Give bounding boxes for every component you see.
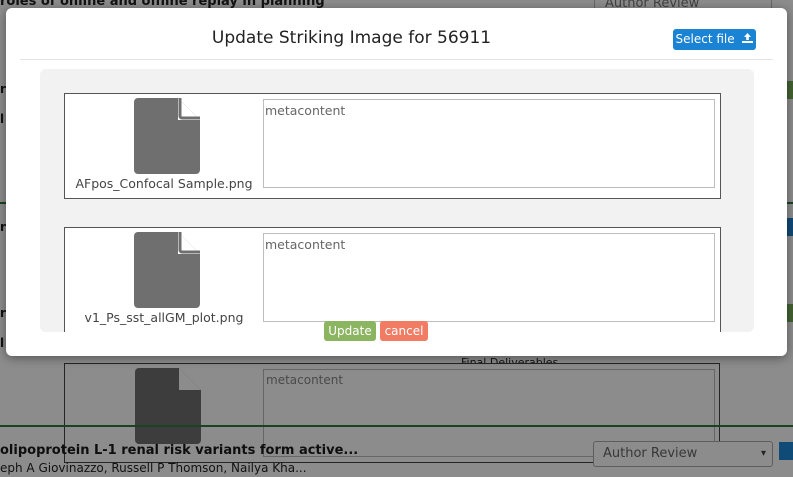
- upload-icon: [742, 29, 754, 50]
- metacontent-field[interactable]: metacontent: [263, 233, 715, 322]
- modal-header-divider: [20, 59, 773, 60]
- select-file-button[interactable]: Select file: [673, 29, 756, 50]
- image-card: AFpos_Confocal Sample.png metacontent: [64, 93, 721, 199]
- image-filename: AFpos_Confocal Sample.png: [75, 176, 253, 191]
- file-icon: [134, 98, 200, 174]
- image-list[interactable]: AFpos_Confocal Sample.png metacontent v1…: [40, 69, 754, 332]
- select-file-label: Select file: [675, 32, 735, 46]
- modal-title: Update Striking Image for 56911: [211, 28, 492, 48]
- update-button[interactable]: Update: [324, 321, 376, 341]
- update-striking-image-modal: Update Striking Image for 56911 Select f…: [6, 8, 787, 356]
- image-filename: v1_Ps_sst_allGM_plot.png: [84, 310, 244, 325]
- image-card: v1_Ps_sst_allGM_plot.png metacontent: [64, 227, 721, 332]
- metacontent-field[interactable]: metacontent: [263, 99, 715, 188]
- cancel-button[interactable]: cancel: [380, 321, 428, 341]
- file-icon: [134, 232, 200, 308]
